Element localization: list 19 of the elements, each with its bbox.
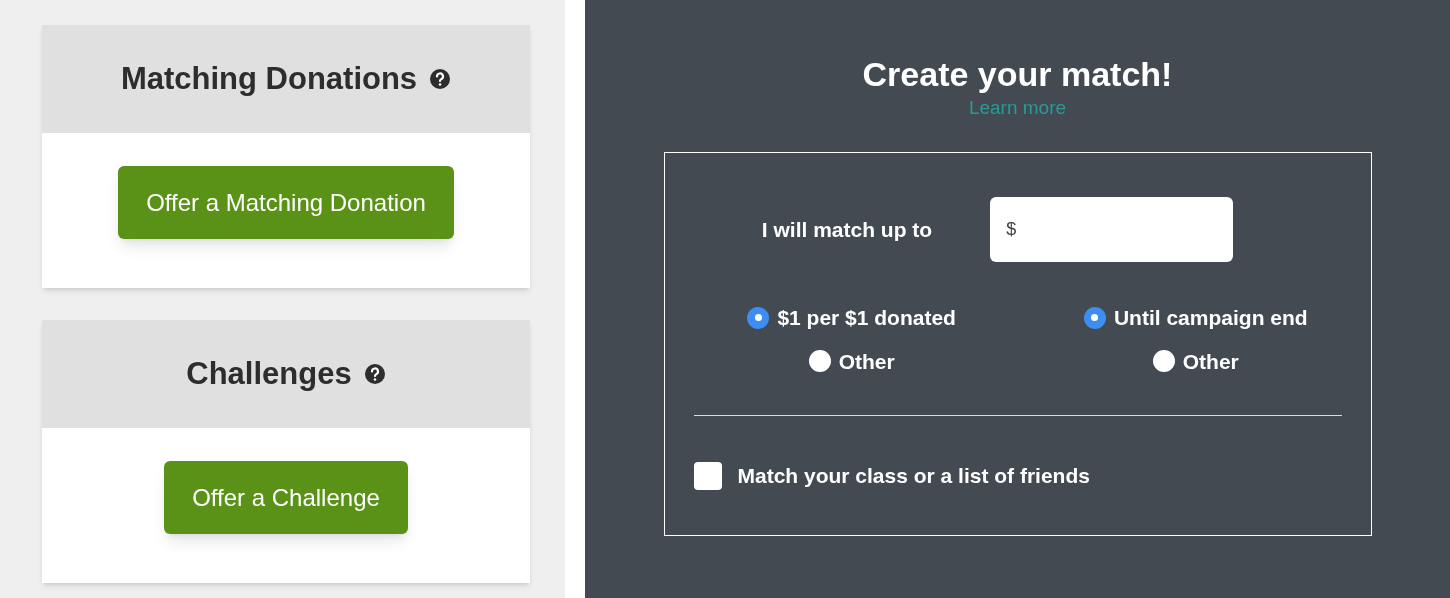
help-icon[interactable] bbox=[429, 68, 452, 90]
radio-option[interactable]: Other bbox=[1152, 345, 1239, 377]
amount-input[interactable]: $ bbox=[990, 197, 1234, 262]
amount-label: I will match up to bbox=[761, 216, 933, 243]
checkbox[interactable] bbox=[693, 461, 722, 490]
card-title: Matching Donations bbox=[120, 59, 418, 98]
radio-button[interactable] bbox=[1152, 350, 1175, 373]
card-title: Challenges bbox=[186, 354, 352, 393]
radio-option[interactable]: $1 per $1 donated bbox=[747, 302, 956, 334]
radio-option[interactable]: Until campaign end bbox=[1083, 302, 1308, 334]
radio-button[interactable] bbox=[1083, 306, 1106, 329]
radio-button[interactable] bbox=[808, 350, 831, 373]
radio-option[interactable]: Other bbox=[808, 345, 895, 377]
help-icon[interactable] bbox=[363, 363, 386, 385]
radio-button[interactable] bbox=[747, 306, 770, 329]
offer-button[interactable]: Offer a Challenge bbox=[164, 461, 408, 534]
form-title: Create your match! bbox=[862, 54, 1173, 95]
checkbox-label: Match your class or a list of friends bbox=[737, 463, 1090, 489]
offer-button[interactable]: Offer a Matching Donation bbox=[118, 166, 454, 239]
